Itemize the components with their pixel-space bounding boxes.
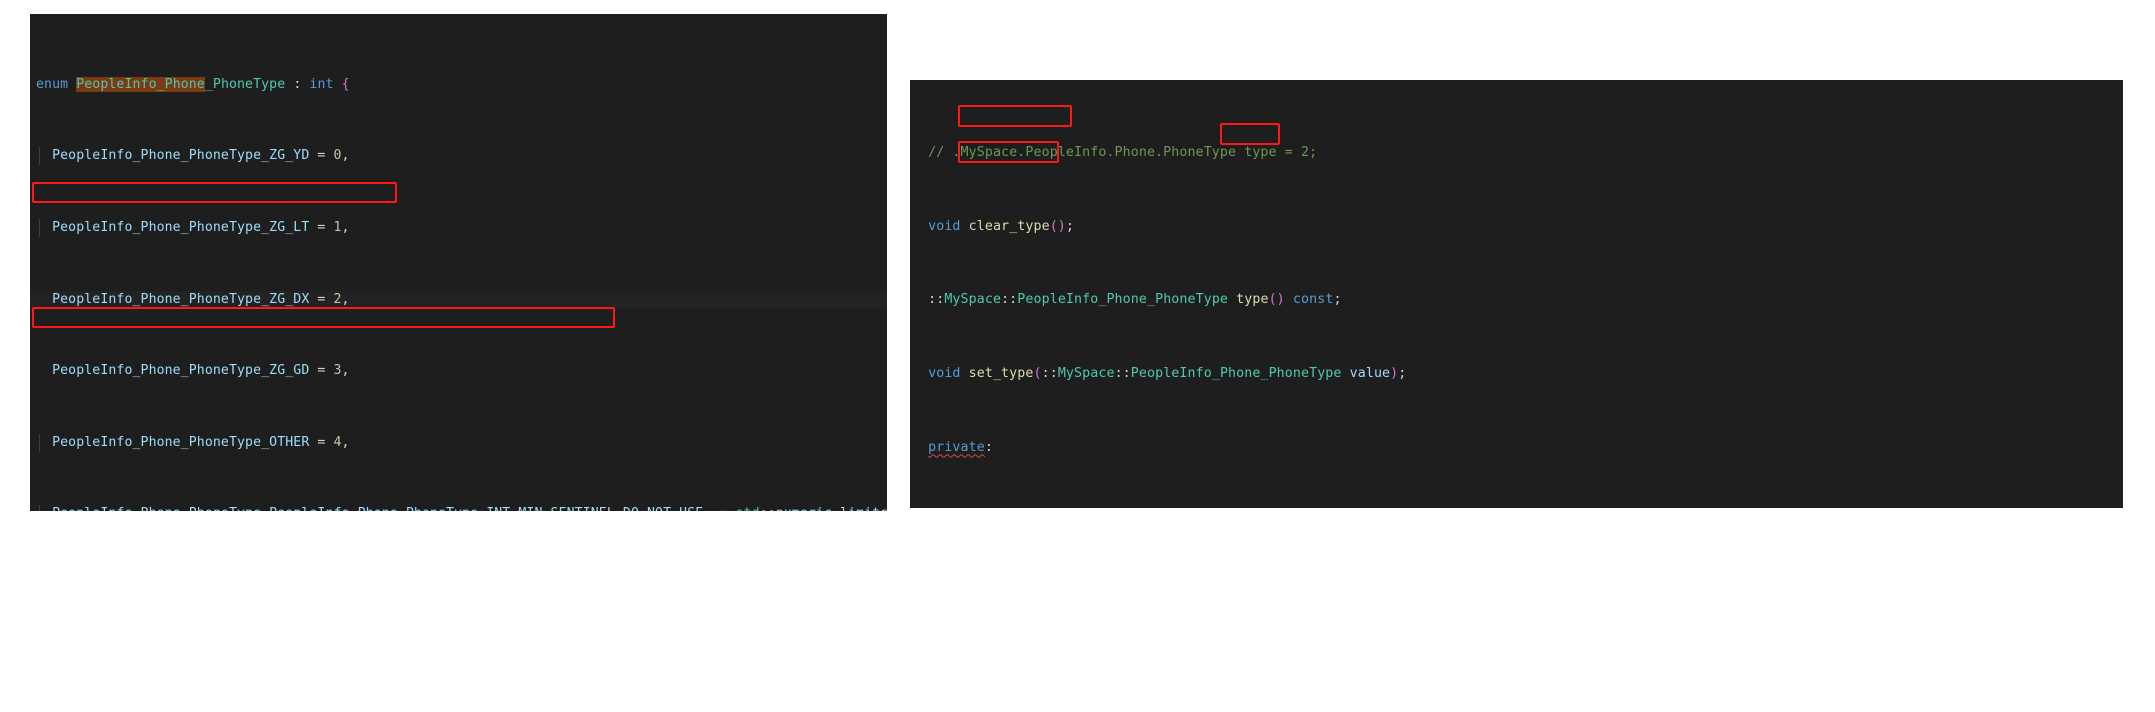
left-code-panel[interactable]: enum PeopleInfo_Phone_PhoneType : int { …: [30, 14, 887, 511]
code-line-comment[interactable]: // .MySpace.PeopleInfo.Phone.PhoneType t…: [910, 144, 2123, 162]
code-line-clear-type[interactable]: void clear_type();: [910, 218, 2123, 236]
code-line[interactable]: PeopleInfo_Phone_PhoneType_ZG_DX = 2,: [30, 290, 887, 309]
code-line-set-type[interactable]: void set_type(::MySpace::PeopleInfo_Phon…: [910, 365, 2123, 383]
right-code-content[interactable]: // .MySpace.PeopleInfo.Phone.PhoneType t…: [910, 80, 2123, 508]
code-line-type-getter[interactable]: ::MySpace::PeopleInfo_Phone_PhoneType ty…: [910, 291, 2123, 309]
right-code-panel[interactable]: // .MySpace.PeopleInfo.Phone.PhoneType t…: [910, 80, 2123, 508]
code-line[interactable]: PeopleInfo_Phone_PhoneType_ZG_GD = 3,: [30, 362, 887, 380]
selected-token: PeopleInfo_Phone: [76, 76, 205, 92]
left-code-content[interactable]: enum PeopleInfo_Phone_PhoneType : int { …: [30, 14, 887, 511]
screenshot-root: enum PeopleInfo_Phone_PhoneType : int { …: [0, 0, 2155, 712]
code-line[interactable]: PeopleInfo_Phone_PhoneType_OTHER = 4,: [30, 433, 887, 452]
code-line[interactable]: enum PeopleInfo_Phone_PhoneType : int {: [30, 76, 887, 94]
code-line[interactable]: PeopleInfo_Phone_PhoneType_PeopleInfo_Ph…: [30, 505, 887, 511]
code-line-access-private[interactable]: private:: [910, 439, 2123, 457]
code-line[interactable]: PeopleInfo_Phone_PhoneType_ZG_YD = 0,: [30, 147, 887, 166]
code-line[interactable]: PeopleInfo_Phone_PhoneType_ZG_LT = 1,: [30, 218, 887, 237]
